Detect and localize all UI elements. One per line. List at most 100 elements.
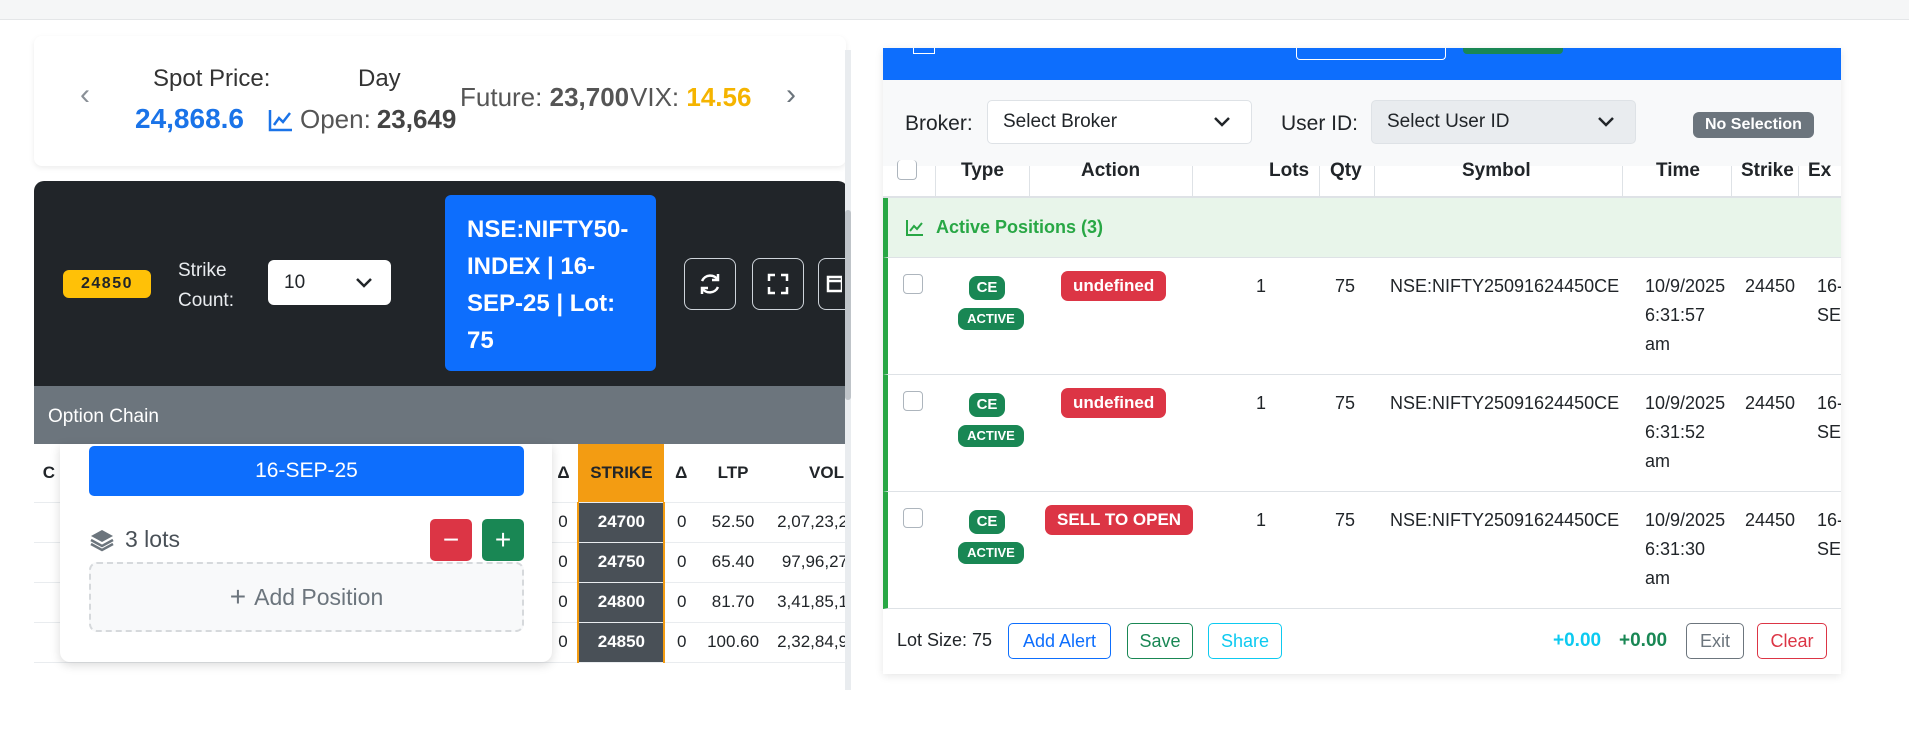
strike-cell: 24450 <box>1745 276 1796 296</box>
positions-footer: Lot Size: 75 Add Alert Save Share +0.00 … <box>883 610 1841 674</box>
expiry-line-1: 16- <box>1817 393 1841 413</box>
chevron-down-icon <box>1598 117 1614 127</box>
time-date: 10/9/2025 <box>1645 393 1726 413</box>
columns-button[interactable] <box>818 258 848 310</box>
time-ampm: am <box>1645 451 1671 471</box>
vol-cell: 2,07,23,2 <box>768 502 848 543</box>
vol-cell: 3,41,85,1 <box>768 582 848 623</box>
pe-delta: 0 <box>664 542 699 583</box>
spot-price-value: 24,868.6 <box>135 103 244 134</box>
save-button[interactable]: Save <box>1127 623 1193 659</box>
table-row[interactable]: CE ACTIVE SELL TO OPEN 1 75 NSE:NIFTY250… <box>883 492 1841 609</box>
col-action[interactable]: Action <box>1081 160 1140 200</box>
time-clock: 6:31:52 <box>1645 422 1706 442</box>
qty-cell: 75 <box>1335 276 1356 296</box>
expiry-button[interactable]: 16-SEP-25 <box>89 446 524 496</box>
expiry-line-2: SEP <box>1817 422 1841 442</box>
row-checkbox[interactable] <box>903 508 923 528</box>
strike-cell: 24450 <box>1745 510 1796 530</box>
time-clock: 6:31:57 <box>1645 305 1706 325</box>
time-date: 10/9/2025 <box>1645 510 1726 530</box>
col-header-vol: VOL <box>768 444 848 503</box>
row-checkbox[interactable] <box>903 274 923 294</box>
ce-delta: 0 <box>548 622 579 663</box>
broker-select[interactable]: Select Broker <box>987 100 1252 144</box>
columns-icon <box>826 275 842 293</box>
col-lots[interactable]: Lots <box>1269 160 1309 200</box>
vix-value: 14.56 <box>686 82 752 112</box>
option-type-badge: CE <box>969 510 1005 534</box>
broker-select-value: Select Broker <box>1003 111 1118 132</box>
lots-cell: 1 <box>1256 510 1267 530</box>
strike-cell[interactable]: 24850 <box>577 622 666 663</box>
broker-label: Broker: <box>905 112 973 135</box>
strike-cell: 24450 <box>1745 393 1796 413</box>
strike-cell[interactable]: 24700 <box>577 502 666 543</box>
table-row[interactable]: CE ACTIVE undefined 1 75 NSE:NIFTY250916… <box>883 258 1841 375</box>
status-badge: ACTIVE <box>958 542 1024 564</box>
strike-count-value: 10 <box>284 271 306 293</box>
layers-icon <box>90 529 114 551</box>
pe-delta: 0 <box>664 582 699 623</box>
action-badge: SELL TO OPEN <box>1045 505 1194 535</box>
share-button[interactable]: Share <box>1208 623 1282 659</box>
clear-button[interactable]: Clear <box>1757 623 1827 659</box>
row-checkbox[interactable] <box>903 391 923 411</box>
strike-cell[interactable]: 24800 <box>577 582 666 623</box>
col-qty[interactable]: Qty <box>1330 160 1362 200</box>
option-type-badge: CE <box>969 276 1005 300</box>
vix-label: VIX: <box>630 82 680 112</box>
active-positions-group[interactable]: Active Positions (3) <box>883 198 1841 258</box>
qty-cell: 75 <box>1335 510 1356 530</box>
day-label: Day <box>358 65 401 92</box>
exit-button[interactable]: Exit <box>1686 623 1744 659</box>
expiry-line-1: 16- <box>1817 276 1841 296</box>
left-scrollbar-thumb[interactable] <box>845 210 851 400</box>
fullscreen-button[interactable] <box>752 258 804 310</box>
vol-cell: 2,32,84,9 <box>768 622 848 663</box>
user-id-select[interactable]: Select User ID <box>1371 100 1636 144</box>
symbol-cell: NSE:NIFTY25091624450CE <box>1390 276 1620 296</box>
prev-arrow-icon[interactable]: ‹ <box>80 80 90 110</box>
time-ampm: am <box>1645 334 1671 354</box>
table-row[interactable]: CE ACTIVE undefined 1 75 NSE:NIFTY250916… <box>883 375 1841 492</box>
chart-line-icon <box>906 220 923 236</box>
lots-indicator: 3 lots <box>89 526 180 553</box>
no-selection-badge: No Selection <box>1693 112 1814 138</box>
col-expiry[interactable]: Ex <box>1808 160 1831 200</box>
ce-delta: 0 <box>548 502 579 543</box>
strike-cell[interactable]: 24750 <box>577 542 666 583</box>
col-header-pe-delta: Δ <box>664 444 699 503</box>
pe-delta: 0 <box>664 622 699 663</box>
select-all-checkbox[interactable] <box>897 160 917 180</box>
ce-delta: 0 <box>548 542 579 583</box>
positions-panel-header <box>883 48 1841 80</box>
lot-size-label: Lot Size: 75 <box>897 630 993 650</box>
col-symbol[interactable]: Symbol <box>1462 160 1531 200</box>
decrease-lots-button[interactable]: − <box>430 519 472 561</box>
symbol-cell: NSE:NIFTY25091624450CE <box>1390 510 1620 530</box>
add-alert-button[interactable]: Add Alert <box>1008 623 1111 659</box>
vix: VIX: 14.56 <box>630 82 751 113</box>
open-value: 23,649 <box>376 104 457 134</box>
col-time[interactable]: Time <box>1656 160 1700 200</box>
col-type[interactable]: Type <box>961 160 1004 200</box>
browser-top-strip <box>0 0 1909 20</box>
index-info-box: NSE:NIFTY50-INDEX | 16-SEP-25 | Lot: 75 <box>445 195 656 371</box>
action-badge: undefined <box>1061 388 1167 418</box>
refresh-button[interactable] <box>684 258 736 310</box>
strike-count-select[interactable]: 10 <box>268 260 391 305</box>
pe-delta: 0 <box>664 502 699 543</box>
option-chain-header: Option Chain <box>34 386 848 444</box>
vol-cell: 97,96,27 <box>768 542 848 583</box>
action-badge: undefined <box>1061 271 1167 301</box>
strike-count-label: Strike Count: <box>178 260 234 311</box>
add-position-button[interactable]: + Add Position <box>89 562 524 632</box>
qty-cell: 75 <box>1335 393 1356 413</box>
increase-lots-button[interactable]: + <box>482 519 524 561</box>
next-arrow-icon[interactable]: › <box>786 80 796 110</box>
ltp-cell: 65.40 <box>698 542 769 583</box>
plus-icon: + <box>229 581 247 612</box>
ce-delta: 0 <box>548 582 579 623</box>
col-strike[interactable]: Strike <box>1741 160 1794 200</box>
